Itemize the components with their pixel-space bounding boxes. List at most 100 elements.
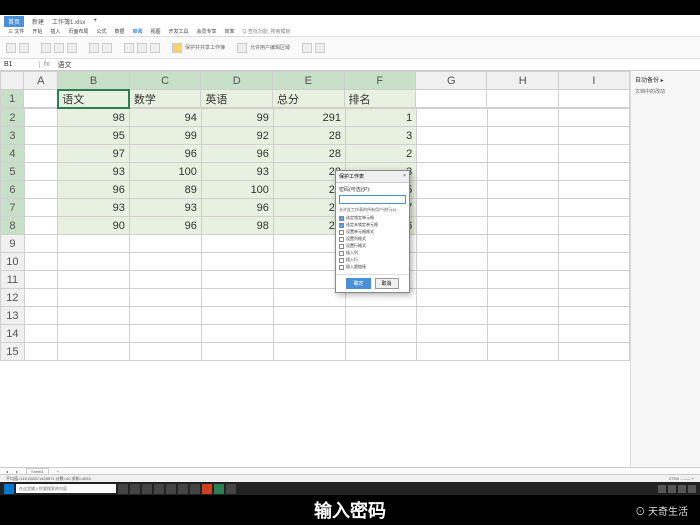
taskbar-app[interactable]: [154, 484, 164, 494]
taskbar-app[interactable]: [202, 484, 212, 494]
permission-option[interactable]: ✓选定未锁定单元格: [339, 222, 406, 228]
row-header[interactable]: 4: [1, 145, 25, 163]
lock-icon[interactable]: [172, 43, 182, 53]
ribbon-btn[interactable]: [102, 43, 112, 53]
password-input[interactable]: [339, 195, 406, 204]
cell[interactable]: 93: [58, 199, 130, 217]
cell[interactable]: 96: [129, 217, 201, 235]
ribbon-tab-active[interactable]: 审阅: [132, 28, 142, 35]
tray-icon[interactable]: [678, 485, 686, 493]
checkbox-icon[interactable]: ✓: [339, 223, 344, 228]
checkbox-icon[interactable]: [339, 251, 344, 256]
ribbon-btn[interactable]: [150, 43, 160, 53]
taskbar-app[interactable]: [178, 484, 188, 494]
tab-doc[interactable]: 工作簿1.xlsx: [52, 17, 85, 26]
cell[interactable]: 93: [201, 163, 273, 181]
cell[interactable]: 94: [129, 109, 201, 127]
ribbon-btn[interactable]: [19, 43, 29, 53]
ribbon-btn[interactable]: [137, 43, 147, 53]
ribbon-btn[interactable]: [6, 43, 16, 53]
fx-icon[interactable]: fx: [40, 61, 53, 68]
ribbon-tab[interactable]: 开始: [32, 28, 42, 35]
cell[interactable]: 93: [129, 199, 201, 217]
taskbar-app[interactable]: [118, 484, 128, 494]
checkbox-icon[interactable]: [339, 230, 344, 235]
cell[interactable]: 100: [129, 163, 201, 181]
taskbar-search[interactable]: 在这里输入你要搜索的内容: [16, 484, 116, 493]
checkbox-icon[interactable]: [339, 237, 344, 242]
permission-option[interactable]: 设置行格式: [339, 243, 406, 249]
ribbon-btn[interactable]: [315, 43, 325, 53]
ribbon-tab[interactable]: 三 文件: [8, 28, 24, 35]
row-header[interactable]: 2: [1, 109, 25, 127]
cell[interactable]: 100: [201, 181, 273, 199]
row-header[interactable]: 5: [1, 163, 25, 181]
row-header[interactable]: 11: [1, 271, 25, 289]
permission-option[interactable]: ✓选定锁定单元格: [339, 215, 406, 221]
cell[interactable]: 28: [273, 145, 345, 163]
row-header[interactable]: 3: [1, 127, 25, 145]
taskbar-app[interactable]: [190, 484, 200, 494]
tray-icon[interactable]: [658, 485, 666, 493]
taskbar-app[interactable]: [142, 484, 152, 494]
permission-option[interactable]: 插入超链接: [339, 264, 406, 270]
col-header[interactable]: B: [58, 72, 130, 90]
checkbox-icon[interactable]: [339, 265, 344, 270]
add-sheet-button[interactable]: +: [57, 469, 59, 474]
ribbon-btn[interactable]: [41, 43, 51, 53]
start-button[interactable]: [4, 484, 14, 494]
ribbon-tab[interactable]: 视图: [150, 28, 160, 35]
cell[interactable]: 2: [345, 145, 416, 163]
row-header[interactable]: 7: [1, 199, 25, 217]
zoom-control[interactable]: 273% - —— +: [669, 476, 694, 481]
cell[interactable]: 99: [129, 127, 201, 145]
cell[interactable]: 291: [273, 109, 345, 127]
ribbon-btn[interactable]: [237, 43, 247, 53]
cell[interactable]: 96: [201, 199, 273, 217]
permission-option[interactable]: 设置列格式: [339, 236, 406, 242]
taskbar-app[interactable]: [130, 484, 140, 494]
checkbox-icon[interactable]: [339, 258, 344, 263]
ribbon-tab[interactable]: 会员专享: [197, 28, 217, 35]
col-header[interactable]: F: [344, 72, 416, 90]
col-header[interactable]: A: [24, 72, 58, 90]
permission-option[interactable]: 插入行: [339, 257, 406, 263]
cell[interactable]: 1: [345, 109, 416, 127]
cell[interactable]: 92: [201, 127, 273, 145]
row-header[interactable]: 12: [1, 289, 25, 307]
taskbar-app[interactable]: [214, 484, 224, 494]
cell[interactable]: 97: [58, 145, 130, 163]
cell[interactable]: 98: [201, 217, 273, 235]
row-header[interactable]: 10: [1, 253, 25, 271]
tray-icon[interactable]: [688, 485, 696, 493]
tab-new[interactable]: 新建: [32, 17, 44, 26]
cell[interactable]: 93: [58, 163, 130, 181]
cell[interactable]: 96: [201, 145, 273, 163]
ribbon-tab[interactable]: 公式: [96, 28, 106, 35]
select-all-corner[interactable]: [1, 72, 24, 90]
ribbon-btn[interactable]: [124, 43, 134, 53]
col-header[interactable]: G: [416, 72, 487, 90]
cell[interactable]: 99: [201, 109, 273, 127]
cell[interactable]: 96: [129, 145, 201, 163]
cell[interactable]: 90: [58, 217, 130, 235]
ribbon-tab[interactable]: 插入: [50, 28, 60, 35]
cancel-button[interactable]: 取消: [375, 278, 399, 289]
taskbar-app[interactable]: [226, 484, 236, 494]
col-header[interactable]: I: [558, 72, 629, 90]
cell[interactable]: 98: [58, 109, 130, 127]
col-header[interactable]: H: [487, 72, 558, 90]
permission-option[interactable]: 插入列: [339, 250, 406, 256]
permission-option[interactable]: 设置单元格格式: [339, 229, 406, 235]
col-header[interactable]: D: [201, 72, 273, 90]
ok-button[interactable]: 确定: [346, 278, 370, 289]
ribbon-btn[interactable]: [302, 43, 312, 53]
col-header[interactable]: E: [272, 72, 344, 90]
cell[interactable]: 95: [58, 127, 130, 145]
cell[interactable]: 89: [129, 181, 201, 199]
side-panel-title[interactable]: 自动备份 ▸: [635, 75, 696, 84]
name-box[interactable]: B1: [0, 61, 40, 68]
ribbon-tab[interactable]: 效率: [225, 28, 235, 35]
ribbon-btn[interactable]: [54, 43, 64, 53]
tab-home[interactable]: 首页: [4, 16, 24, 27]
